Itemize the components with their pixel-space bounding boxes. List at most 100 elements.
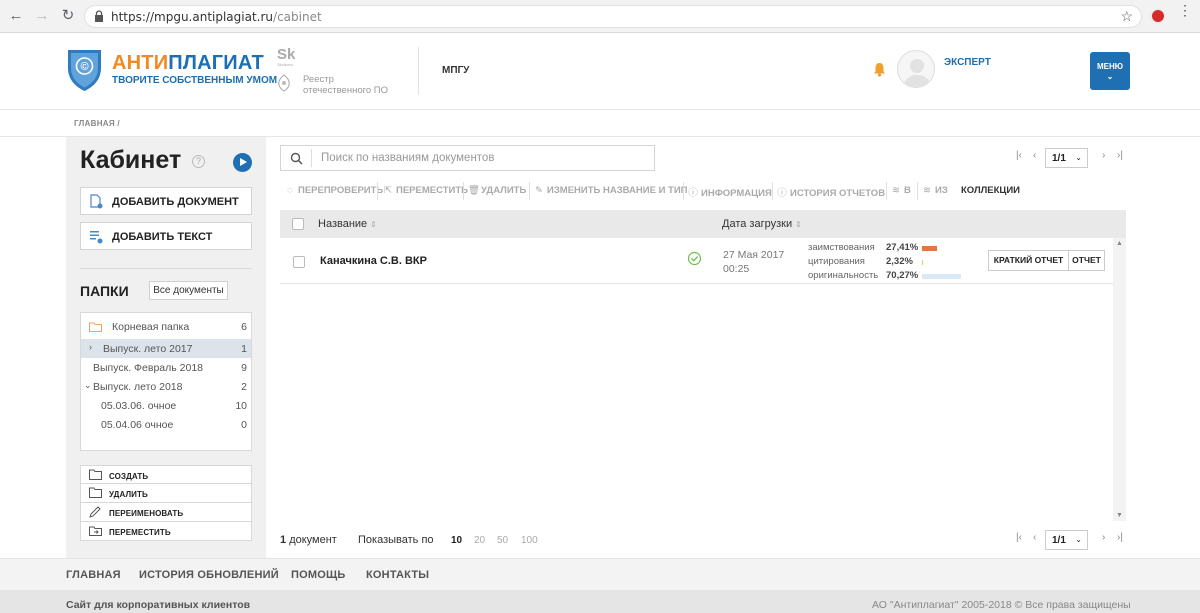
first-page-icon[interactable]: |‹	[1016, 532, 1022, 543]
corporate-site-link[interactable]: Сайт для корпоративных клиентов	[66, 599, 250, 611]
collections-label[interactable]: КОЛЛЕКЦИИ	[961, 185, 1020, 196]
upload-date: 27 Мая 2017 00:25	[723, 248, 784, 276]
rename-label: ИЗМЕНИТЬ НАЗВАНИЕ И ТИП	[547, 185, 688, 196]
column-name-label: Название	[318, 218, 368, 230]
create-folder-label: СОЗДАТЬ	[109, 472, 149, 481]
info-icon: ⓘ	[688, 188, 698, 199]
column-name-header[interactable]: Название ⇕	[318, 218, 377, 230]
page-size-50[interactable]: 50	[497, 535, 508, 546]
column-date-header[interactable]: Дата загрузки ⇕	[722, 218, 802, 230]
scroll-up-icon[interactable]: ▲	[1116, 240, 1123, 247]
add-to-collection-button[interactable]: ≋ В	[891, 185, 911, 196]
skolkovo-logo: Sk	[277, 46, 296, 63]
document-toolbar: ◌ ПЕРЕПРОВЕРИТЬ ⇱ ПЕРЕМЕСТИТЬ 🗑УДАЛИТЬ ✎ ИЗ…	[280, 180, 1126, 202]
folder-item-selected[interactable]: › Выпуск. лето 2017 1	[81, 339, 251, 358]
check-circle-icon	[687, 251, 702, 266]
page-select[interactable]: 1/1 ⌄	[1045, 148, 1088, 168]
document-table: Каначкина С.В. ВКР 27 Мая 2017 00:25 заим…	[280, 238, 1113, 521]
add-document-button[interactable]: ДОБАВИТЬ ДОКУМЕНТ	[80, 187, 252, 215]
page-select[interactable]: 1/1 ⌄	[1045, 530, 1088, 550]
recheck-button[interactable]: ◌ ПЕРЕПРОВЕРИТЬ	[285, 185, 383, 196]
logo-wordmark[interactable]: АНТИПЛАГИАТ	[112, 52, 264, 75]
add-text-button[interactable]: ДОБАВИТЬ ТЕКСТ	[80, 222, 252, 250]
select-all-checkbox[interactable]	[292, 218, 304, 230]
folder-count: 1	[241, 343, 247, 355]
last-page-icon[interactable]: ›|	[1117, 532, 1123, 543]
page-size-10[interactable]: 10	[451, 535, 462, 546]
forward-arrow-icon[interactable]: →	[34, 8, 50, 24]
footer-link-home[interactable]: ГЛАВНАЯ	[66, 569, 121, 581]
folder-name: 05.03.06. очное	[101, 400, 177, 412]
add-document-icon	[90, 194, 103, 209]
edit-icon: ✎	[535, 185, 543, 196]
table-header: Название ⇕ Дата загрузки ⇕	[280, 210, 1126, 238]
page-size-20[interactable]: 20	[474, 535, 485, 546]
folder-item[interactable]: Выпуск. Февраль 2018 9	[81, 358, 251, 377]
folder-root[interactable]: Корневая папка 6	[81, 317, 251, 336]
document-name[interactable]: Каначкина С.В. ВКР	[320, 255, 427, 267]
back-arrow-icon[interactable]: ←	[8, 8, 24, 24]
folder-item[interactable]: 05.03.06. очное 10	[81, 396, 251, 415]
menu-label: МЕНЮ	[1096, 62, 1124, 71]
move-icon: ⇱	[384, 185, 392, 196]
reload-icon[interactable]: ↻	[60, 8, 76, 24]
lock-icon	[95, 10, 103, 22]
prev-page-icon[interactable]: ‹	[1033, 532, 1036, 543]
table-scrollbar[interactable]: ▲ ▼	[1113, 238, 1126, 521]
add-text-label: ДОБАВИТЬ ТЕКСТ	[112, 231, 213, 243]
next-page-icon[interactable]: ›	[1102, 532, 1105, 543]
bell-icon[interactable]	[873, 62, 886, 77]
bookmark-star-icon[interactable]: ☆	[1120, 8, 1133, 25]
info-button[interactable]: ⓘ ИНФОРМАЦИЯ	[688, 185, 772, 199]
breadcrumb[interactable]: ГЛАВНАЯ /	[74, 119, 120, 128]
move-folder-button[interactable]: ПЕРЕМЕСТИТЬ	[80, 522, 252, 541]
next-page-icon[interactable]: ›	[1102, 150, 1105, 161]
page-size-100[interactable]: 100	[521, 535, 538, 546]
help-icon[interactable]: ?	[192, 155, 205, 168]
toolbar-divider	[917, 182, 918, 200]
footer-link-updates[interactable]: ИСТОРИЯ ОБНОВЛЕНИЙ	[139, 569, 279, 581]
folder-count: 6	[241, 321, 247, 333]
footer-link-help[interactable]: ПОМОЩЬ	[291, 569, 346, 581]
upload-date-time: 00:25	[723, 263, 750, 275]
footer-link-contacts[interactable]: КОНТАКТЫ	[366, 569, 429, 581]
avatar[interactable]	[897, 50, 935, 88]
table-row[interactable]: Каначкина С.В. ВКР 27 Мая 2017 00:25 заим…	[280, 238, 1113, 284]
browser-menu-icon[interactable]: ⋮	[1178, 3, 1192, 17]
row-checkbox[interactable]	[293, 256, 305, 268]
address-bar[interactable]: https://mpgu.antiplagiat.ru/cabinet ☆	[84, 5, 1142, 28]
first-page-icon[interactable]: |‹	[1016, 150, 1022, 161]
last-page-icon[interactable]: ›|	[1117, 150, 1123, 161]
extension-icon[interactable]	[1150, 8, 1166, 24]
chevron-down-icon[interactable]: ⌄	[84, 380, 92, 391]
short-report-button[interactable]: КРАТКИЙ ОТЧЕТ	[988, 250, 1069, 271]
skolkovo-subtitle: Skolkovo	[277, 62, 294, 67]
play-video-icon[interactable]	[233, 153, 252, 172]
rename-folder-button[interactable]: ПЕРЕИМЕНОВАТЬ	[80, 503, 252, 522]
user-role[interactable]: ЭКСПЕРТ	[944, 57, 991, 68]
header-divider	[418, 47, 419, 95]
chevron-right-icon[interactable]: ›	[89, 342, 92, 352]
site-header: © АНТИПЛАГИАТ ТВОРИТЕ СОБСТВЕННЫМ УМОМ S…	[0, 33, 1200, 110]
search-input[interactable]: Поиск по названиям документов	[321, 152, 494, 164]
menu-button[interactable]: МЕНЮ ⌄	[1090, 52, 1130, 90]
delete-button[interactable]: 🗑УДАЛИТЬ	[468, 185, 526, 196]
pagination-bottom: |‹ ‹ 1/1 ⌄ › ›|	[1015, 530, 1130, 550]
prev-page-icon[interactable]: ‹	[1033, 150, 1036, 161]
rename-button[interactable]: ✎ ИЗМЕНИТЬ НАЗВАНИЕ И ТИП	[534, 185, 688, 196]
shield-logo-icon[interactable]: ©	[66, 46, 103, 92]
toolbar-divider	[463, 182, 464, 200]
borrowing-bar	[922, 246, 937, 251]
move-button[interactable]: ⇱ ПЕРЕМЕСТИТЬ	[383, 185, 468, 196]
report-history-button[interactable]: ⓘ ИСТОРИЯ ОТЧЕТОВ	[777, 185, 885, 199]
folder-item[interactable]: 05.04.06 очное 0	[81, 415, 251, 434]
document-count-number: 1	[280, 534, 287, 546]
remove-from-collection-button[interactable]: ≋ ИЗ	[922, 185, 948, 196]
scroll-down-icon[interactable]: ▼	[1116, 512, 1123, 519]
search-field[interactable]: Поиск по названиям документов	[280, 145, 655, 171]
folder-item-expanded[interactable]: ⌄ Выпуск. лето 2018 2	[81, 377, 251, 396]
all-documents-button[interactable]: Все документы	[149, 281, 228, 300]
delete-folder-button[interactable]: УДАЛИТЬ	[80, 484, 252, 503]
create-folder-button[interactable]: СОЗДАТЬ	[80, 465, 252, 484]
report-button[interactable]: ОТЧЕТ	[1068, 250, 1105, 271]
